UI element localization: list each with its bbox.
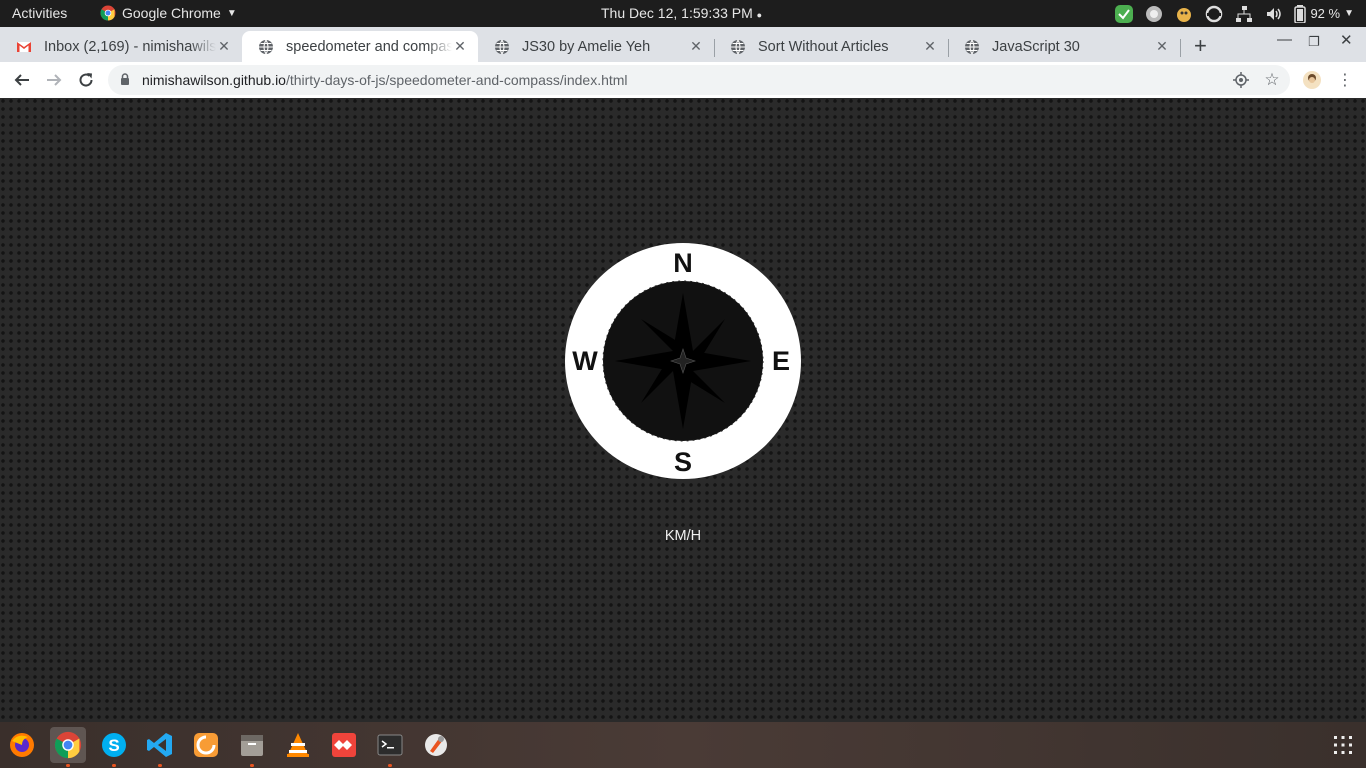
- activities-button[interactable]: Activities: [12, 5, 67, 21]
- chrome-icon: [100, 5, 116, 21]
- chevron-down-icon: ▼: [226, 7, 237, 19]
- terminal-icon[interactable]: [372, 727, 408, 763]
- tab-inbox[interactable]: Inbox (2,169) - nimishawilson ✕: [0, 31, 242, 62]
- app-menu[interactable]: Google Chrome ▼: [100, 5, 237, 21]
- new-tab-button[interactable]: +: [1194, 33, 1207, 59]
- profile-avatar[interactable]: [1300, 68, 1324, 92]
- vscode-icon[interactable]: [142, 727, 178, 763]
- tab-label: JS30 by Amelie Yeh: [522, 38, 651, 55]
- lock-icon: [121, 73, 129, 85]
- tab-strip: Inbox (2,169) - nimishawilson ✕ speedome…: [0, 27, 1366, 62]
- sublime-icon[interactable]: [188, 727, 224, 763]
- firefox-icon[interactable]: [4, 727, 40, 763]
- chevron-down-icon: ▼: [1344, 8, 1354, 19]
- compass-south-label: S: [674, 447, 692, 477]
- globe-icon: [731, 39, 745, 54]
- globe-icon: [495, 39, 509, 54]
- show-applications-icon[interactable]: [1334, 736, 1352, 754]
- url-text: nimishawilson.github.io/thirty-days-of-j…: [142, 72, 628, 88]
- software-updater-icon[interactable]: [418, 727, 454, 763]
- arrow-left-icon: [14, 74, 29, 86]
- arrow-right-icon: [47, 74, 62, 86]
- system-top-bar: Activities Google Chrome ▼ Thu Dec 12, 1…: [0, 0, 1366, 27]
- close-window-button[interactable]: ✕: [1340, 31, 1353, 49]
- skype-icon[interactable]: S: [96, 727, 132, 763]
- anydesk-icon[interactable]: [326, 727, 362, 763]
- close-icon[interactable]: ✕: [922, 38, 938, 55]
- clock-label: Thu Dec 12, 1:59:33 PM: [601, 5, 753, 21]
- url-path: /thirty-days-of-js/speedometer-and-compa…: [285, 72, 628, 88]
- forward-button[interactable]: [42, 68, 66, 92]
- globe-icon: [965, 39, 979, 54]
- back-button[interactable]: [10, 68, 34, 92]
- svg-text:S: S: [108, 736, 119, 755]
- gmail-icon: [17, 41, 31, 52]
- record-icon[interactable]: [1144, 4, 1164, 24]
- running-indicator: [388, 764, 392, 767]
- tab-label: JavaScript 30: [992, 38, 1080, 55]
- clock[interactable]: Thu Dec 12, 1:59:33 PM ●: [601, 5, 762, 21]
- compass-east-label: E: [772, 346, 790, 376]
- tab-separator: [1180, 39, 1181, 57]
- pidgin-icon[interactable]: [1174, 4, 1194, 24]
- url-host: nimishawilson.github.io: [142, 72, 286, 88]
- tab-javascript-30[interactable]: JavaScript 30 ✕: [948, 31, 1180, 62]
- check-icon[interactable]: [1114, 4, 1134, 24]
- battery-indicator[interactable]: 92 % ▼: [1294, 4, 1354, 23]
- location-icon[interactable]: [1232, 71, 1250, 89]
- restore-button[interactable]: ❐: [1308, 34, 1320, 50]
- system-tray: 92 % ▼: [1114, 3, 1354, 24]
- close-icon[interactable]: ✕: [452, 38, 468, 55]
- battery-icon: [1294, 4, 1307, 23]
- more-menu-icon[interactable]: ⋮: [1333, 68, 1357, 92]
- running-indicator: [158, 764, 162, 767]
- page-content: N S W E KM/H: [0, 98, 1366, 722]
- address-bar[interactable]: nimishawilson.github.io/thirty-days-of-j…: [108, 65, 1290, 95]
- tab-js30[interactable]: JS30 by Amelie Yeh ✕: [478, 31, 714, 62]
- reload-button[interactable]: [74, 68, 98, 92]
- tab-label: Sort Without Articles: [758, 38, 889, 55]
- running-indicator: [112, 764, 116, 767]
- browser-toolbar: nimishawilson.github.io/thirty-days-of-j…: [0, 62, 1366, 99]
- globe-icon: [259, 39, 273, 54]
- network-icon[interactable]: [1234, 4, 1254, 24]
- speed-unit-label: KM/H: [664, 528, 702, 544]
- avatar-icon: [1303, 71, 1321, 89]
- files-icon[interactable]: [234, 727, 270, 763]
- close-icon[interactable]: ✕: [1154, 38, 1170, 55]
- tab-label: speedometer and compass: [286, 38, 452, 55]
- close-icon[interactable]: ✕: [216, 38, 232, 55]
- running-indicator: [250, 764, 254, 767]
- reload-icon: [79, 73, 93, 87]
- tab-label: Inbox (2,169) - nimishawilson: [44, 38, 216, 55]
- chrome-icon[interactable]: [50, 727, 86, 763]
- close-icon[interactable]: ✕: [688, 38, 704, 55]
- tab-sort-without-articles[interactable]: Sort Without Articles ✕: [714, 31, 948, 62]
- compass-north-label: N: [673, 248, 693, 278]
- minimize-button[interactable]: —: [1277, 31, 1292, 48]
- sync-icon[interactable]: [1204, 4, 1224, 24]
- tab-speedometer[interactable]: speedometer and compass ✕: [242, 31, 478, 62]
- battery-percent: 92 %: [1310, 6, 1341, 21]
- compass: N S W E: [565, 243, 801, 479]
- notification-dot-icon: ●: [756, 10, 763, 20]
- compass-west-label: W: [572, 346, 598, 376]
- app-menu-label: Google Chrome: [122, 5, 221, 21]
- bookmark-star-icon[interactable]: ☆: [1263, 70, 1281, 89]
- vlc-icon[interactable]: [280, 727, 316, 763]
- dock: S: [0, 722, 1366, 768]
- volume-icon[interactable]: [1264, 4, 1284, 24]
- running-indicator: [66, 764, 70, 767]
